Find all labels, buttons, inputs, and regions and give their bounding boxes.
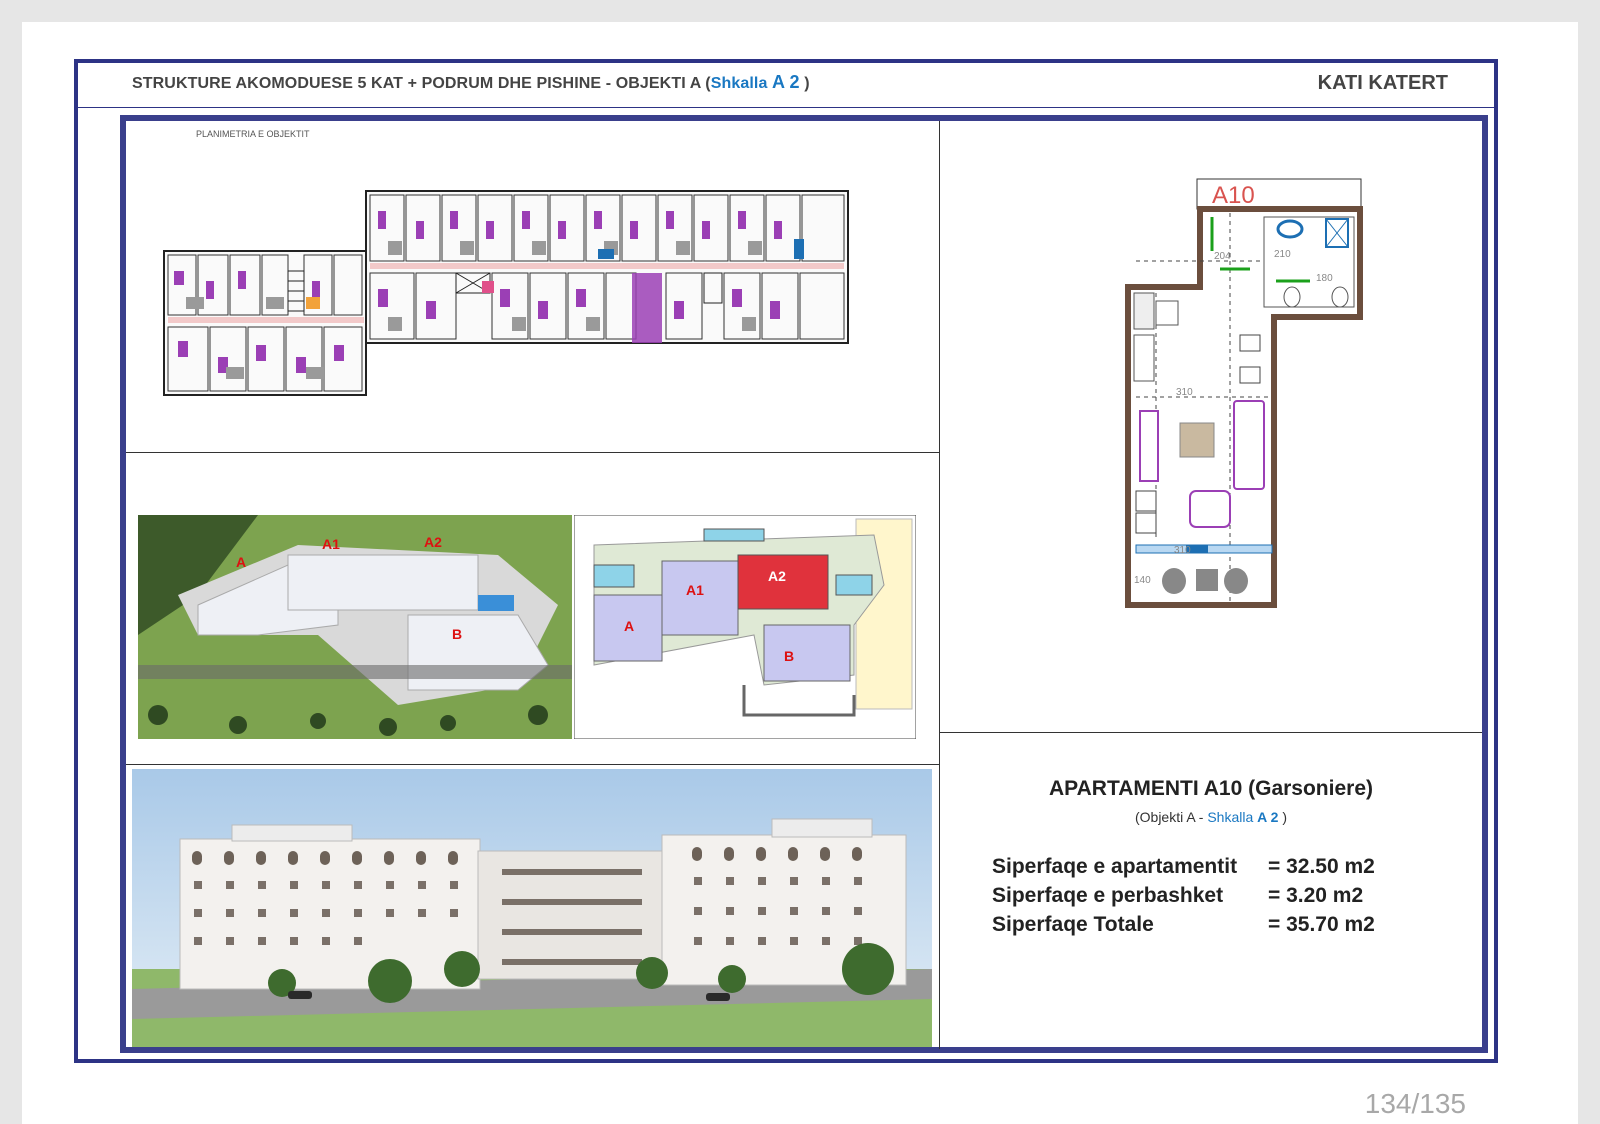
sheet-frame: STRUKTURE AKOMODUESE 5 KAT + PODRUM DHE … [74,59,1498,1063]
area-value: = 3.20 m2 [1268,884,1364,907]
title-shkalla: Shkalla [710,75,768,92]
title-suffix: ) [799,75,810,92]
unit-plan-panel: A10 310 310 140 180 204 210 [940,121,1482,733]
building-label: A1 [686,582,704,598]
site-images-panel: A A1 A2 B A A1 A2 B [126,453,940,765]
document-page: STRUKTURE AKOMODUESE 5 KAT + PODRUM DHE … [22,22,1578,1124]
building-label: A2 [424,534,442,550]
area-label: Siperfaqe e apartamentit [992,855,1238,878]
title-text: STRUKTURE AKOMODUESE 5 KAT + PODRUM DHE … [132,75,711,92]
dim-label: 140 [1134,575,1151,586]
apartment-subtitle: (Objekti A - Shkalla A 2 ) [940,809,1482,825]
plan-label: PLANIMETRIA E OBJEKTIT [196,129,310,139]
site-aerial-render: A A1 A2 B [138,515,572,739]
sheet-header: STRUKTURE AKOMODUESE 5 KAT + PODRUM DHE … [78,63,1494,108]
unit-plan-a10: A10 310 310 140 180 204 210 [1125,178,1363,608]
area-row: Siperfaqe Totale = 35.70 m2 [992,913,1412,942]
dim-label: 310 [1176,387,1193,398]
dim-label: 210 [1274,249,1291,260]
page-number: 134/135 [1364,1088,1466,1119]
area-table: Siperfaqe e apartamentit = 32.50 m2 Sipe… [992,855,1412,942]
area-label: Siperfaqe e perbashket [992,884,1224,907]
area-row: Siperfaqe e perbashket = 3.20 m2 [992,884,1412,913]
floor-label: KATI KATERT [1317,72,1448,94]
area-value: = 35.70 m2 [1268,913,1375,936]
unit-label: A10 [1212,182,1255,209]
building-label: B [784,648,794,664]
area-label: Siperfaqe Totale [992,913,1154,936]
subtitle-shkalla: Shkalla [1207,809,1254,825]
apartment-info-panel: APARTAMENTI A10 (Garsoniere) (Objekti A … [940,733,1482,1049]
building-floor-plan [163,190,849,396]
building-render [132,769,932,1047]
subtitle-stair-code: A 2 [1257,809,1279,825]
apartment-title: APARTAMENTI A10 (Garsoniere) [1049,777,1373,800]
building-label: B [452,626,462,642]
area-value: = 32.50 m2 [1268,855,1375,878]
building-render-panel [126,765,940,1049]
site-plan-drawing: A A1 A2 B [574,515,916,739]
title-stair-code: A 2 [772,72,800,92]
building-label: A [236,554,246,570]
building-label: A2 [768,568,786,584]
building-label: A1 [322,536,340,552]
area-row: Siperfaqe e apartamentit = 32.50 m2 [992,855,1412,884]
content-grid: PLANIMETRIA E OBJEKTIT A10 310 310 140 1… [120,115,1488,1053]
subtitle-suffix: ) [1278,809,1287,825]
building-floor-plan-panel: PLANIMETRIA E OBJEKTIT [126,121,940,453]
sheet-title: STRUKTURE AKOMODUESE 5 KAT + PODRUM DHE … [132,72,810,93]
building-label: A [624,618,634,634]
subtitle-prefix: (Objekti A - [1134,809,1208,825]
dim-label: 310 [1174,545,1191,556]
dim-label: 180 [1316,273,1333,284]
dim-label: 204 [1214,251,1231,262]
